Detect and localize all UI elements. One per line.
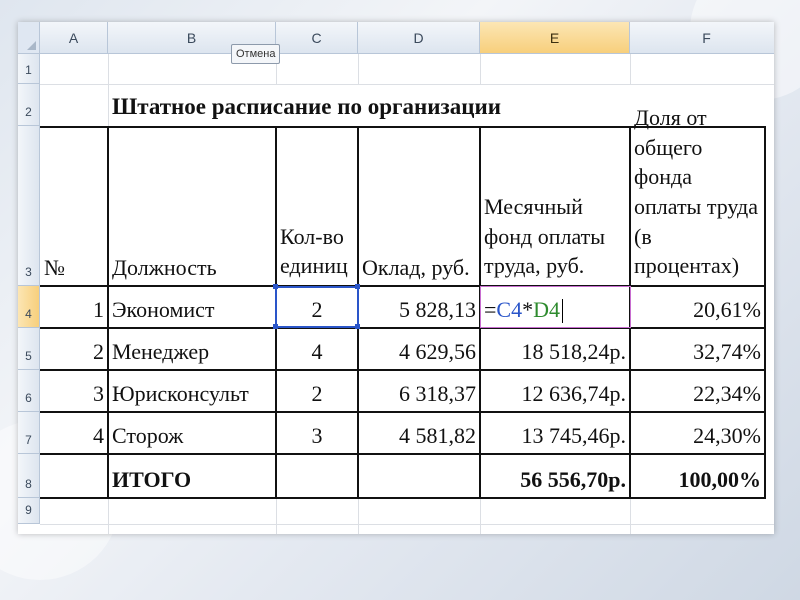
header-position[interactable]: Должность <box>108 126 276 286</box>
gridline <box>358 498 359 534</box>
reference-highlight-c4 <box>275 286 359 328</box>
gridline <box>630 498 631 534</box>
row-header-2[interactable]: 2 <box>18 84 40 126</box>
total-share[interactable]: 100,00% <box>630 454 765 498</box>
cell-fund[interactable]: 13 745,46р. <box>480 412 630 454</box>
selection-handle[interactable] <box>273 324 278 329</box>
row-header-9[interactable]: 9 <box>18 498 40 524</box>
cell-count[interactable]: 2 <box>276 370 358 412</box>
header-num[interactable]: № <box>40 126 108 286</box>
row-header-4[interactable]: 4 <box>18 286 40 328</box>
cell-position[interactable]: Юрисконсульт <box>108 370 276 412</box>
cell-num[interactable]: 3 <box>40 370 108 412</box>
gridline <box>40 524 774 525</box>
column-header-e[interactable]: E <box>480 22 630 54</box>
cell-share[interactable]: 24,30% <box>630 412 765 454</box>
cell-num[interactable]: 2 <box>40 328 108 370</box>
table-title[interactable]: Штатное расписание по организации <box>108 84 608 126</box>
cell-num[interactable]: 4 <box>40 412 108 454</box>
header-share[interactable]: Доля от общего фонда оплаты труда (в про… <box>630 105 765 286</box>
row-header-1[interactable]: 1 <box>18 54 40 84</box>
cancel-button[interactable]: Отмена <box>231 44 281 64</box>
cell-share[interactable]: 20,61% <box>630 286 765 328</box>
selection-handle[interactable] <box>355 324 360 329</box>
selection-handle[interactable] <box>273 284 278 289</box>
row-header-5[interactable]: 5 <box>18 328 40 370</box>
header-salary[interactable]: Оклад, руб. <box>358 126 480 286</box>
total-label[interactable]: ИТОГО <box>108 454 276 498</box>
cell-position[interactable]: Экономист <box>108 286 276 328</box>
cell-position[interactable]: Сторож <box>108 412 276 454</box>
gridline <box>630 54 631 84</box>
column-header-c[interactable]: C <box>276 22 358 54</box>
cell-share[interactable]: 22,34% <box>630 370 765 412</box>
gridline <box>480 498 481 534</box>
cell-count[interactable]: 3 <box>276 412 358 454</box>
column-header-f[interactable]: F <box>630 22 774 54</box>
cell-salary[interactable]: 4 629,56 <box>358 328 480 370</box>
header-count[interactable]: Кол-во единиц <box>276 126 358 286</box>
column-header-d[interactable]: D <box>358 22 480 54</box>
select-all-corner[interactable] <box>18 22 40 54</box>
total-fund[interactable]: 56 556,70р. <box>480 454 630 498</box>
cell-salary[interactable]: 6 318,37 <box>358 370 480 412</box>
cell-fund[interactable]: 12 636,74р. <box>480 370 630 412</box>
cell-share[interactable]: 32,74% <box>630 328 765 370</box>
header-fund[interactable]: Месячный фонд оплаты труда, руб. <box>480 126 630 286</box>
cell-position[interactable]: Менеджер <box>108 328 276 370</box>
row-header-3[interactable]: 3 <box>18 126 40 286</box>
active-cell-outline <box>480 286 631 328</box>
cell-salary[interactable]: 4 581,82 <box>358 412 480 454</box>
gridline <box>358 54 359 84</box>
cell-fund[interactable]: 18 518,24р. <box>480 328 630 370</box>
spreadsheet: A B C D E F 1 2 3 4 5 6 7 8 9 Отмена Шта… <box>18 22 774 534</box>
gridline <box>108 498 109 534</box>
row-header-8[interactable]: 8 <box>18 454 40 498</box>
select-all-triangle-icon <box>27 41 36 50</box>
cell-count[interactable]: 4 <box>276 328 358 370</box>
row-header-7[interactable]: 7 <box>18 412 40 454</box>
cell-salary[interactable]: 5 828,13 <box>358 286 480 328</box>
selection-handle[interactable] <box>355 284 360 289</box>
gridline <box>276 498 277 534</box>
row-header-6[interactable]: 6 <box>18 370 40 412</box>
cell-num[interactable]: 1 <box>40 286 108 328</box>
gridline <box>480 54 481 84</box>
column-header-a[interactable]: A <box>40 22 108 54</box>
